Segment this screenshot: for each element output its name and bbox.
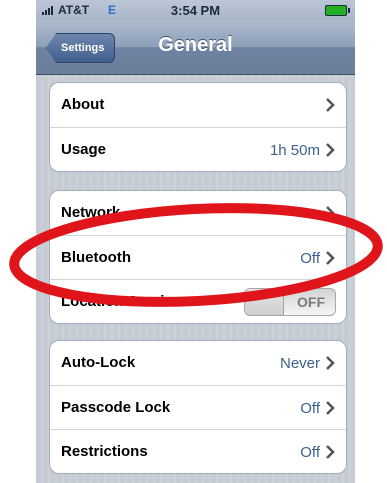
settings-group-3: Auto-Lock Never Passcode Lock Off Restri… [49, 340, 347, 474]
navigation-bar: Settings General [36, 20, 355, 75]
settings-row-location-services: Location Services OFF [50, 279, 346, 323]
toggle-knob [245, 289, 284, 315]
row-label: About [61, 96, 105, 113]
row-value: Off [300, 400, 320, 417]
chevron-right-icon [326, 206, 335, 220]
settings-row-about[interactable]: About [50, 83, 346, 127]
settings-row-usage[interactable]: Usage 1h 50m [50, 127, 346, 171]
settings-row-passcode-lock[interactable]: Passcode Lock Off [50, 385, 346, 429]
status-bar: AT&T E 3:54 PM [36, 0, 355, 20]
chevron-right-icon [326, 356, 335, 370]
row-label: Passcode Lock [61, 399, 171, 416]
settings-group-2: Network Bluetooth Off Location Services … [49, 190, 347, 324]
toggle-state-label: OFF [297, 294, 325, 310]
phone-screen: AT&T E 3:54 PM Settings General About Us… [36, 0, 355, 483]
row-label: Auto-Lock [61, 354, 136, 371]
battery-icon [325, 5, 350, 16]
row-label: Location Services [61, 293, 190, 310]
row-value: Off [300, 250, 320, 267]
chevron-right-icon [326, 143, 335, 157]
settings-row-restrictions[interactable]: Restrictions Off [50, 429, 346, 473]
page-title: General [158, 34, 233, 56]
chevron-right-icon [326, 251, 335, 265]
settings-row-bluetooth[interactable]: Bluetooth Off [50, 235, 346, 279]
location-services-toggle[interactable]: OFF [244, 288, 336, 316]
chevron-right-icon [326, 445, 335, 459]
settings-row-auto-lock[interactable]: Auto-Lock Never [50, 341, 346, 385]
chevron-right-icon [326, 401, 335, 415]
row-value: Off [300, 444, 320, 461]
row-label: Usage [61, 141, 107, 158]
row-value: Never [279, 355, 320, 372]
settings-row-network[interactable]: Network [50, 191, 346, 235]
chevron-right-icon [326, 98, 335, 112]
row-label: Restrictions [61, 443, 148, 460]
settings-group-1: About Usage 1h 50m [49, 82, 347, 172]
row-label: Bluetooth [61, 249, 131, 266]
row-value: 1h 50m [269, 142, 320, 159]
clock: 3:54 PM [170, 3, 221, 18]
row-label: Network [61, 204, 121, 221]
